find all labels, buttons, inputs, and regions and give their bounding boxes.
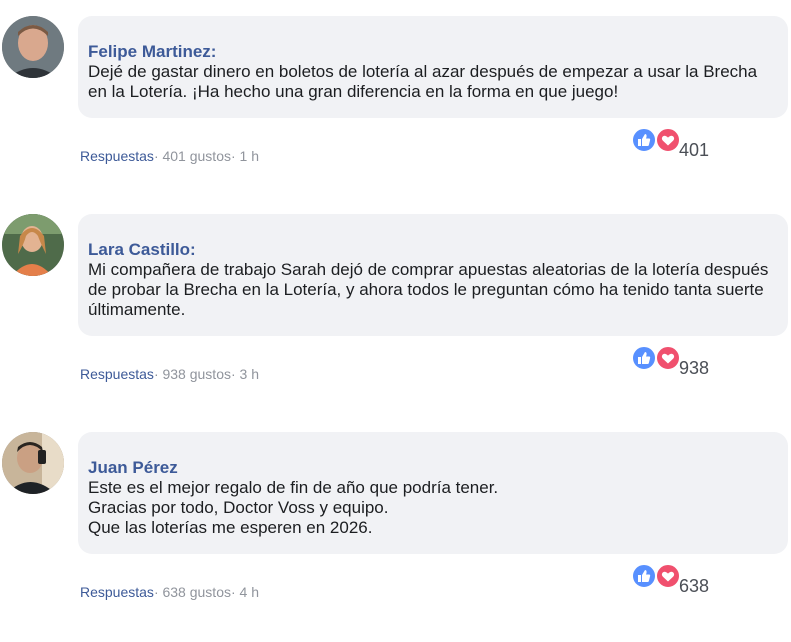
heart-icon[interactable] [656, 346, 680, 370]
comment-bubble: Juan Pérez Este es el mejor regalo de fi… [78, 432, 788, 554]
avatar[interactable] [2, 16, 64, 78]
avatar[interactable] [2, 214, 64, 276]
comment: Juan Pérez Este es el mejor regalo de fi… [0, 432, 791, 642]
comment-text: Dejé de gastar dinero en boletos de lote… [88, 62, 758, 101]
likes-count-label: · 938 gustos [153, 366, 231, 382]
timestamp: · 3 h [231, 366, 260, 382]
likes-count-label: · 401 gustos [153, 148, 231, 164]
comment-bubble: Felipe Martinez: Dejé de gastar dinero e… [78, 16, 788, 118]
comment-author[interactable]: Lara Castillo: [88, 239, 778, 260]
heart-icon[interactable] [656, 564, 680, 588]
thumbs-up-icon[interactable] [632, 346, 656, 370]
comment-meta: Respuestas· 638 gustos· 4 h [80, 584, 259, 600]
reaction-count: 638 [679, 576, 710, 596]
comment-meta: Respuestas· 938 gustos· 3 h [80, 366, 259, 382]
reactions[interactable]: 938 [632, 346, 732, 386]
replies-link[interactable]: Respuestas [80, 366, 154, 382]
comment-bubble: Lara Castillo: Mi compañera de trabajo S… [78, 214, 788, 336]
heart-icon[interactable] [656, 128, 680, 152]
replies-link[interactable]: Respuestas [80, 148, 154, 164]
comment-meta: Respuestas· 401 gustos· 1 h [80, 148, 259, 164]
comment: Felipe Martinez: Dejé de gastar dinero e… [0, 16, 791, 226]
comment-author[interactable]: Felipe Martinez: [88, 41, 778, 62]
replies-link[interactable]: Respuestas [80, 584, 154, 600]
thumbs-up-icon[interactable] [632, 128, 656, 152]
likes-count-label: · 638 gustos [153, 584, 231, 600]
comment: Lara Castillo: Mi compañera de trabajo S… [0, 214, 791, 424]
comment-text: Mi compañera de trabajo Sarah dejó de co… [88, 260, 769, 319]
timestamp: · 4 h [231, 584, 260, 600]
reaction-count: 401 [679, 140, 710, 160]
thumbs-up-icon[interactable] [632, 564, 656, 588]
avatar[interactable] [2, 432, 64, 494]
reaction-count: 938 [679, 358, 710, 378]
comment-author[interactable]: Juan Pérez [88, 457, 778, 478]
comment-text: Este es el mejor regalo de fin de año qu… [88, 478, 499, 537]
reactions[interactable]: 638 [632, 564, 732, 604]
reactions[interactable]: 401 [632, 128, 732, 168]
timestamp: · 1 h [231, 148, 260, 164]
